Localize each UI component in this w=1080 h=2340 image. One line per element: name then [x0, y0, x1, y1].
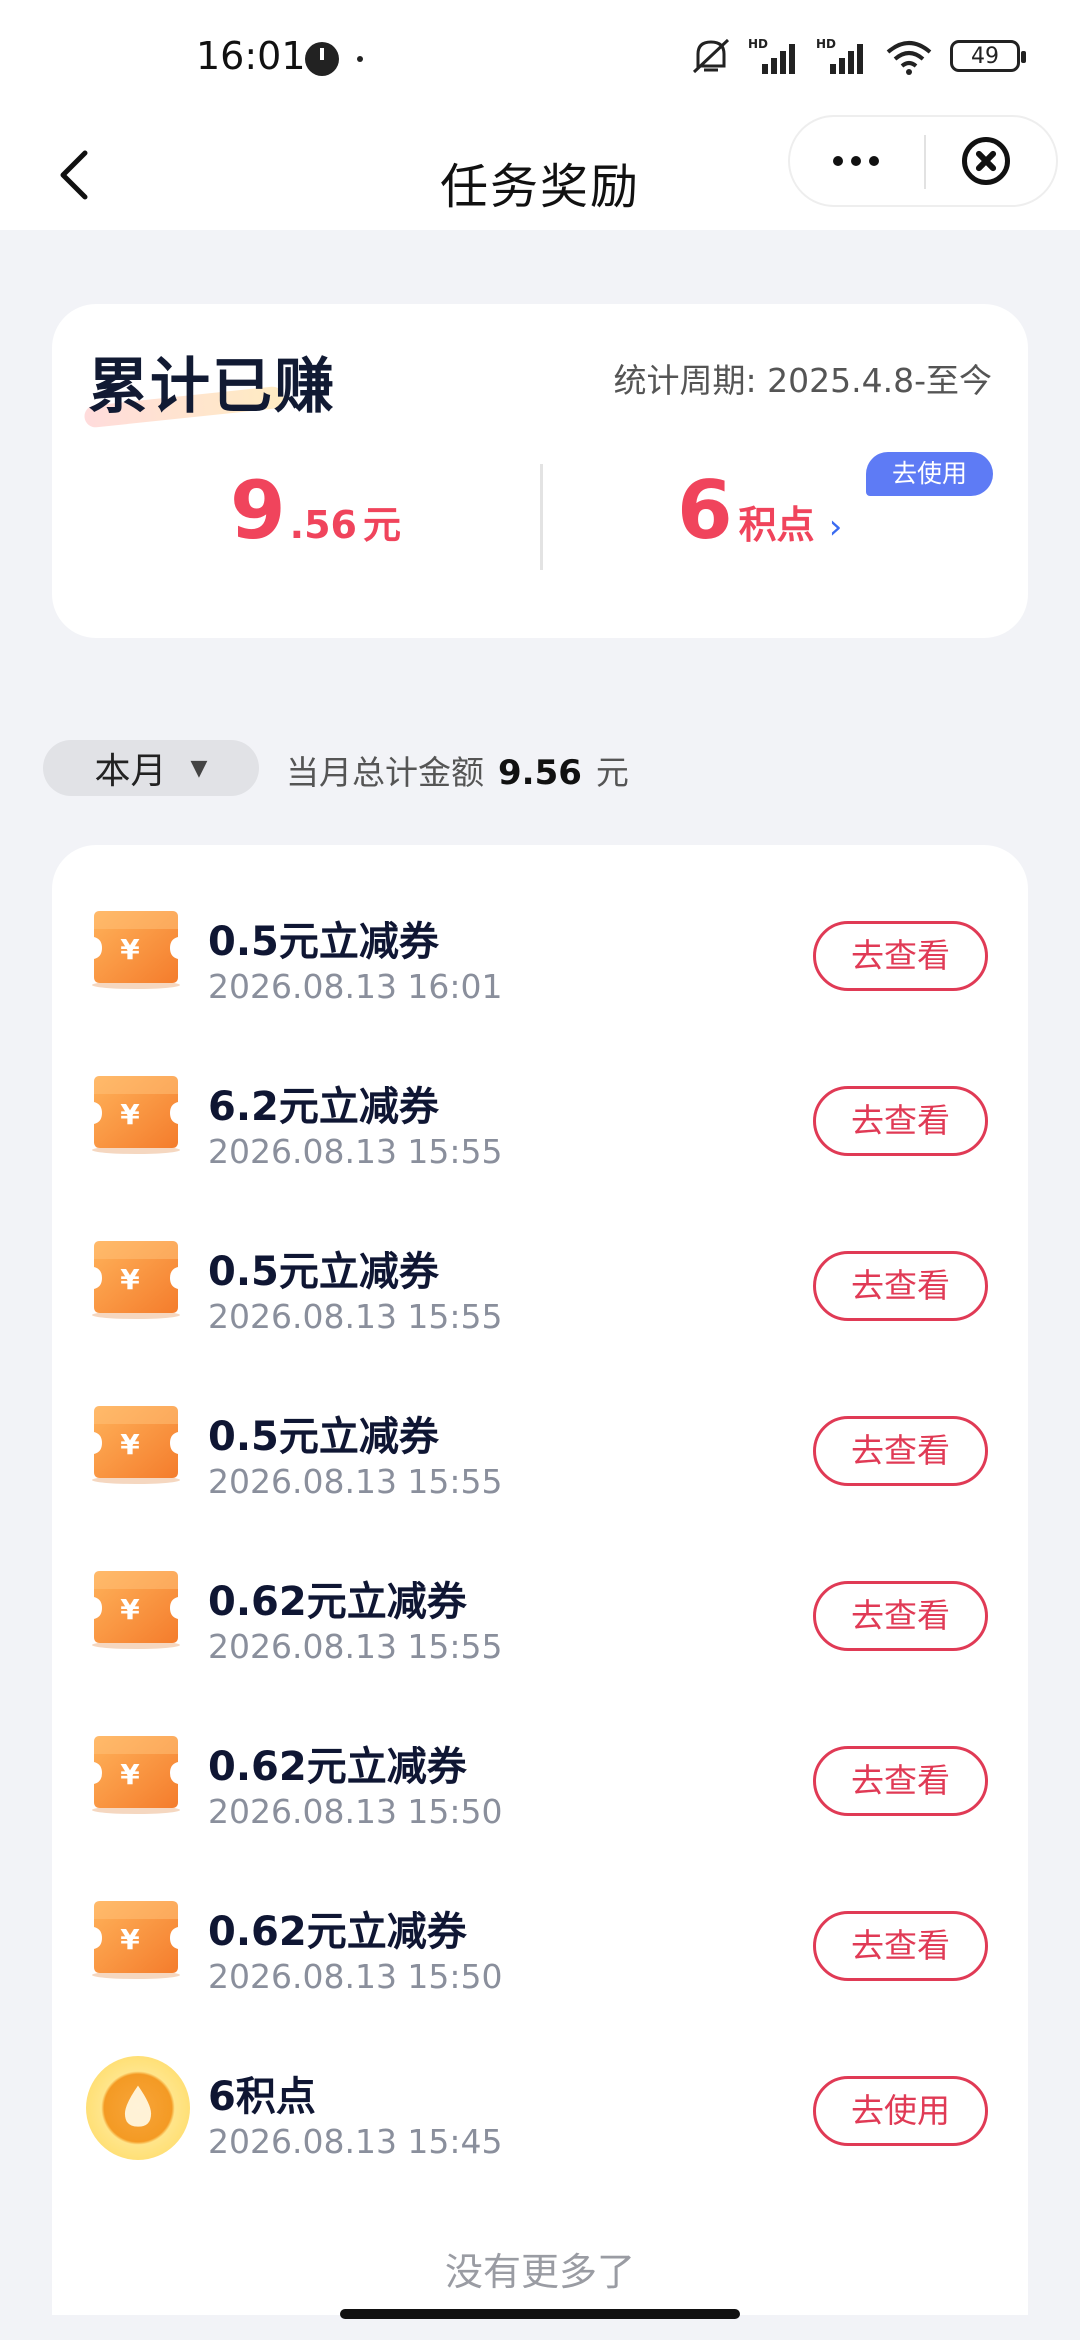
more-icon	[833, 156, 843, 166]
points-integer: 6	[677, 464, 733, 557]
month-total-value: 9.56	[498, 753, 582, 793]
reward-title: 0.5元立减券	[208, 919, 439, 965]
cash-integer: 9	[230, 464, 286, 557]
coupon-icon: ¥	[86, 1732, 186, 1814]
home-indicator	[340, 2309, 740, 2319]
view-button[interactable]: 去查看	[813, 1086, 988, 1156]
svg-text:HD: HD	[748, 37, 768, 51]
reward-title: 6.2元立减券	[208, 1084, 439, 1130]
summary-title: 累计已赚	[88, 352, 336, 422]
reward-time: 2026.08.13 16:01	[208, 967, 503, 1006]
list-item: ¥0.62元立减券 2026.08.13 15:55 去查看	[52, 1527, 1028, 1691]
reward-title: 0.62元立减券	[208, 1744, 467, 1790]
coupon-icon: ¥	[86, 1897, 186, 1979]
view-button[interactable]: 去查看	[813, 921, 988, 991]
reward-time: 2026.08.13 15:55	[208, 1297, 503, 1336]
wifi-icon	[886, 41, 932, 75]
no-more-text: 没有更多了	[444, 2250, 635, 2294]
summary-period: 统计周期: 2025.4.8-至今	[613, 361, 992, 400]
svg-text:¥: ¥	[120, 1098, 140, 1131]
svg-text:¥: ¥	[120, 1428, 140, 1461]
list-item: ¥0.62元立减券 2026.08.13 15:50 去查看	[52, 1692, 1028, 1856]
reward-time: 2026.08.13 15:50	[208, 1792, 503, 1831]
status-bar: 16:01 HD HD 49	[0, 0, 1080, 115]
summary-divider	[540, 464, 543, 570]
use-points-badge[interactable]: 去使用	[866, 452, 994, 496]
mini-program-capsule	[788, 115, 1058, 207]
capsule-divider	[924, 135, 926, 189]
notification-dot-icon	[357, 56, 363, 62]
reward-time: 2026.08.13 15:55	[208, 1462, 503, 1501]
svg-text:¥: ¥	[120, 933, 140, 966]
coupon-icon: ¥	[86, 1402, 186, 1484]
reward-time: 2026.08.13 15:55	[208, 1132, 503, 1171]
hd-signal-icon: HD	[748, 37, 795, 74]
chevron-right-icon: ›	[828, 507, 843, 547]
svg-text:¥: ¥	[120, 1758, 140, 1791]
view-button[interactable]: 去查看	[813, 1581, 988, 1651]
more-button[interactable]	[790, 117, 922, 205]
list-item: ¥0.62元立减券 2026.08.13 15:50 去查看	[52, 1857, 1028, 2021]
hd-signal-icon: HD	[816, 37, 863, 74]
close-circle-icon[interactable]	[962, 137, 1010, 185]
month-total-unit: 元	[595, 753, 629, 792]
reward-time: 2026.08.13 15:50	[208, 1957, 503, 1996]
coupon-icon: ¥	[86, 907, 186, 989]
coupon-icon: ¥	[86, 1237, 186, 1319]
view-button[interactable]: 去查看	[813, 1746, 988, 1816]
alarm-icon	[305, 42, 339, 76]
month-total: 当月总计金额 9.56 元	[286, 746, 629, 794]
battery-icon: 49	[950, 40, 1026, 72]
cash-amount: 9 .56 元	[230, 464, 401, 557]
reward-time: 2026.08.13 15:45	[208, 2122, 503, 2161]
status-icons: HD HD 49	[690, 36, 1026, 76]
coupon-icon: ¥	[86, 1072, 186, 1154]
dropdown-arrow-icon: ▼	[190, 755, 208, 781]
reward-title: 0.62元立减券	[208, 1579, 467, 1625]
month-filter-dropdown[interactable]: 本月 ▼	[43, 740, 259, 796]
points-drop-icon	[86, 2056, 190, 2160]
svg-text:¥: ¥	[120, 1923, 140, 1956]
mute-icon	[692, 38, 730, 74]
points-unit: 积点	[738, 503, 815, 547]
reward-time: 2026.08.13 15:55	[208, 1627, 503, 1666]
view-button[interactable]: 去查看	[813, 1911, 988, 1981]
summary-card: 累计已赚 统计周期: 2025.4.8-至今 9 .56 元 6 积点 › 去使…	[52, 304, 1028, 638]
svg-text:HD: HD	[816, 37, 836, 51]
list-item: 6积点 2026.08.13 15:45 去使用	[52, 2022, 1028, 2186]
cash-unit: 元	[363, 503, 402, 547]
list-item: ¥0.5元立减券 2026.08.13 15:55 去查看	[52, 1197, 1028, 1361]
coupon-icon: ¥	[86, 1567, 186, 1649]
list-item: ¥6.2元立减券 2026.08.13 15:55 去查看	[52, 1032, 1028, 1196]
points-amount-link[interactable]: 6 积点 ›	[677, 464, 842, 557]
reward-title: 6积点	[208, 2074, 316, 2120]
month-total-label: 当月总计金额	[286, 753, 484, 792]
svg-text:¥: ¥	[120, 1593, 140, 1626]
reward-list: ¥0.5元立减券 2026.08.13 16:01 去查看 ¥6.2元立减券 2026.…	[52, 845, 1028, 2315]
nav-bar: 任务奖励	[0, 115, 1080, 230]
month-filter-label: 本月	[94, 751, 167, 792]
view-button[interactable]: 去查看	[813, 1251, 988, 1321]
status-time: 16:01	[196, 34, 306, 78]
svg-text:¥: ¥	[120, 1263, 140, 1296]
reward-title: 0.5元立减券	[208, 1414, 439, 1460]
reward-title: 0.62元立减券	[208, 1909, 467, 1955]
list-item: ¥0.5元立减券 2026.08.13 16:01 去查看	[52, 867, 1028, 1031]
view-button[interactable]: 去查看	[813, 1416, 988, 1486]
cash-decimal: .56	[289, 503, 357, 547]
use-button[interactable]: 去使用	[813, 2076, 988, 2146]
reward-title: 0.5元立减券	[208, 1249, 439, 1295]
list-item: ¥0.5元立减券 2026.08.13 15:55 去查看	[52, 1362, 1028, 1526]
